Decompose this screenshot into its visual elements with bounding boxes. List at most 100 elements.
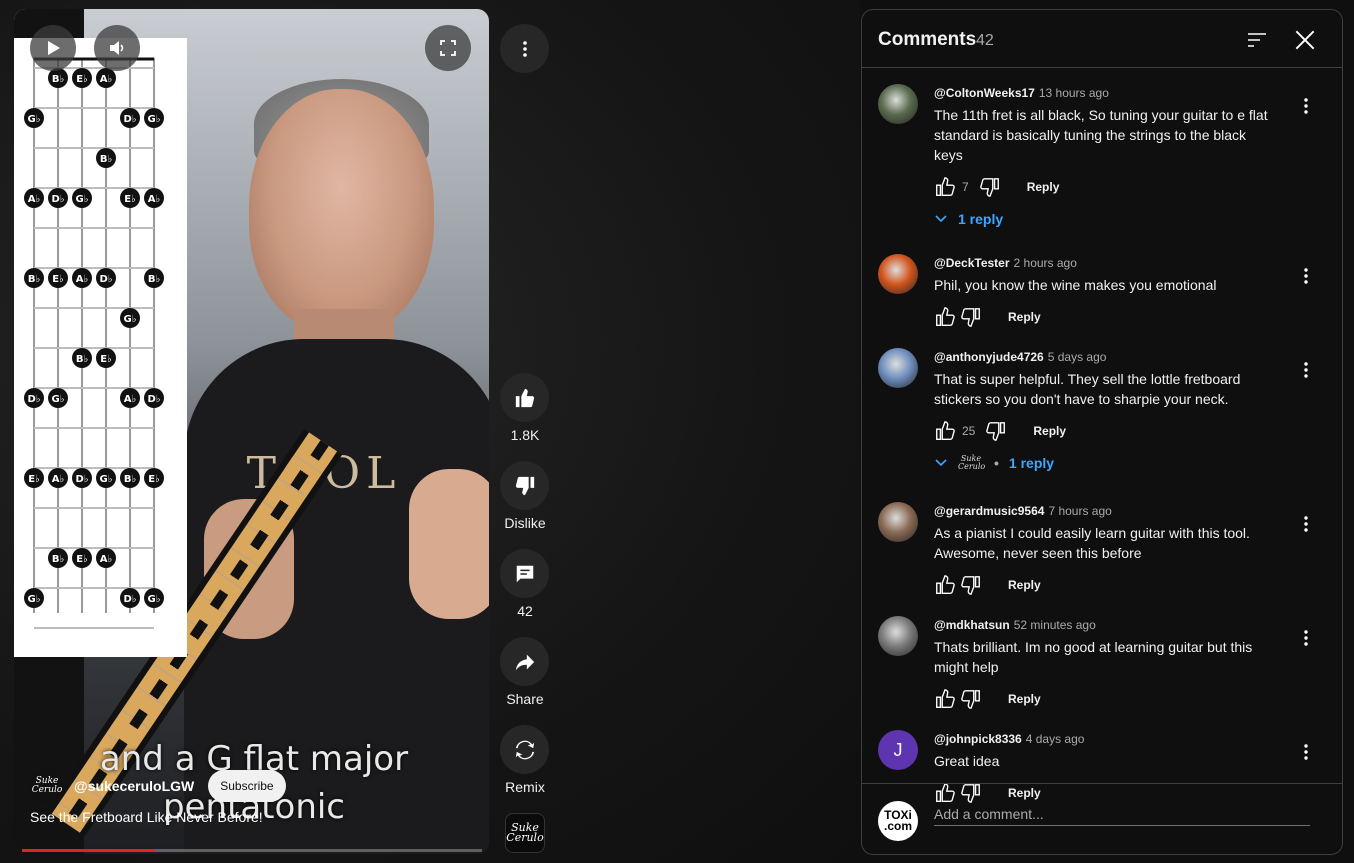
fret-note: B♭ — [144, 268, 164, 288]
commenter-avatar[interactable] — [878, 502, 918, 542]
fret-note: E♭ — [144, 468, 164, 488]
like-button[interactable] — [500, 373, 549, 422]
comment-actions: Reply — [934, 303, 1274, 331]
comments-panel: Comments 42 @ColtonWeeks17 13 hours ago Th… — [861, 9, 1343, 855]
comment-body: @anthonyjude4726 5 days ago That is super … — [934, 348, 1274, 471]
comments-button[interactable] — [500, 549, 549, 598]
thumbs-up-icon[interactable] — [934, 420, 956, 442]
fret-note: B♭ — [48, 548, 68, 568]
thumbs-down-icon — [515, 476, 534, 495]
comment-body: @gerardmusic9564 7 hours ago As a pianist … — [934, 502, 1274, 599]
comment-time[interactable]: 5 days ago — [1048, 350, 1107, 364]
user-avatar-line-2: .com — [883, 819, 912, 833]
fret-note: B♭ — [120, 468, 140, 488]
remix-button[interactable] — [500, 725, 549, 774]
more-vert-icon — [1304, 516, 1308, 532]
fret-note-label: D♭ — [99, 274, 112, 285]
view-replies-button[interactable]: Suke Cerulo • 1 reply — [934, 455, 1274, 471]
comment-actions: Reply — [934, 571, 1274, 599]
thumbs-up-icon[interactable] — [934, 306, 956, 328]
comment-more-button[interactable] — [1294, 740, 1318, 764]
share-button[interactable] — [500, 637, 549, 686]
fret-note-label: G♭ — [28, 114, 41, 125]
comment-like-count: 25 — [962, 424, 976, 438]
comment-more-button[interactable] — [1294, 264, 1318, 288]
commenter-avatar[interactable]: J — [878, 730, 918, 770]
channel-name[interactable]: @sukeceruloLGW — [74, 778, 194, 794]
thumbs-up-icon[interactable] — [934, 574, 956, 596]
fret-note: A♭ — [96, 548, 116, 568]
comment-time[interactable]: 2 hours ago — [1014, 256, 1077, 270]
reply-button[interactable]: Reply — [1027, 180, 1060, 194]
view-replies-button[interactable]: 1 reply — [934, 211, 1274, 227]
comment-body: @mdkhatsun 52 minutes ago Thats brilliant.… — [934, 616, 1274, 713]
fret-note: E♭ — [24, 468, 44, 488]
fret-note: E♭ — [96, 348, 116, 368]
comment-more-button[interactable] — [1294, 358, 1318, 382]
thumbs-up-icon[interactable] — [934, 176, 956, 198]
channel-logo[interactable]: Suke Cerulo — [30, 769, 64, 803]
comment-author[interactable]: @DeckTester — [934, 256, 1010, 270]
comment-author[interactable]: @anthonyjude4726 — [934, 350, 1044, 364]
comment-more-button[interactable] — [1294, 512, 1318, 536]
fret-note: A♭ — [144, 188, 164, 208]
fret-note-label: B♭ — [28, 274, 41, 285]
comment-more-button[interactable] — [1294, 626, 1318, 650]
comment-author[interactable]: @mdkhatsun — [934, 618, 1010, 632]
comment-icon — [516, 565, 533, 582]
subscribe-button[interactable]: Subscribe — [208, 770, 286, 802]
comment-more-button[interactable] — [1294, 94, 1318, 118]
video-player[interactable]: TOOL B♭E♭A♭G♭D♭G♭B♭A♭D♭G♭E♭A♭B♭E♭A♭D♭B♭G… — [14, 9, 489, 854]
volume-button[interactable] — [94, 25, 140, 71]
video-title[interactable]: See the Fretboard Like Never Before! — [30, 809, 263, 825]
dislike-button[interactable] — [500, 461, 549, 510]
thumbs-down-icon[interactable] — [985, 420, 1007, 442]
play-button[interactable] — [30, 25, 76, 71]
channel-thumbnail[interactable]: Suke Cerulo — [505, 813, 545, 853]
channel-row: Suke Cerulo @sukeceruloLGW Subscribe — [30, 769, 286, 803]
fret-note-label: E♭ — [76, 554, 88, 565]
comment-time[interactable]: 4 days ago — [1026, 732, 1085, 746]
reply-button[interactable]: Reply — [1033, 424, 1066, 438]
close-icon[interactable] — [1292, 27, 1318, 53]
comment-author[interactable]: @gerardmusic9564 — [934, 504, 1044, 518]
fret-note: B♭ — [96, 148, 116, 168]
fret-note-label: B♭ — [76, 354, 89, 365]
comment-author[interactable]: @ColtonWeeks17 — [934, 86, 1035, 100]
commenter-avatar[interactable] — [878, 616, 918, 656]
fret-note-label: E♭ — [148, 474, 160, 485]
thumbs-down-icon[interactable] — [960, 688, 982, 710]
thumbs-up-icon[interactable] — [934, 688, 956, 710]
comment-time[interactable]: 7 hours ago — [1048, 504, 1111, 518]
fret-note: D♭ — [48, 188, 68, 208]
comment-time[interactable]: 13 hours ago — [1039, 86, 1109, 100]
thumbs-down-icon[interactable] — [979, 176, 1001, 198]
reply-button[interactable]: Reply — [1008, 310, 1041, 324]
volume-icon — [110, 41, 124, 55]
comment-text: As a pianist I could easily learn guitar… — [934, 525, 1250, 561]
fullscreen-button[interactable] — [425, 25, 471, 71]
commenter-avatar[interactable] — [878, 348, 918, 388]
thumbs-down-icon[interactable] — [960, 574, 982, 596]
comment-author[interactable]: @johnpick8336 — [934, 732, 1022, 746]
fret-note-label: D♭ — [123, 594, 136, 605]
fret-note: D♭ — [72, 468, 92, 488]
comment-meta: @anthonyjude4726 5 days ago — [934, 348, 1274, 366]
thumbs-down-icon[interactable] — [960, 306, 982, 328]
comment-text: Thats brilliant. Im no good at learning … — [934, 639, 1253, 675]
more-vert-icon — [1304, 362, 1308, 378]
add-comment-input[interactable] — [934, 802, 1310, 826]
comment-time[interactable]: 52 minutes ago — [1014, 618, 1096, 632]
sort-icon[interactable] — [1245, 28, 1269, 52]
fret-note: G♭ — [96, 468, 116, 488]
share-label: Share — [506, 691, 544, 707]
more-options-button[interactable] — [500, 24, 549, 73]
reply-button[interactable]: Reply — [1008, 692, 1041, 706]
progress-bar[interactable] — [22, 849, 482, 852]
commenter-avatar[interactable] — [878, 254, 918, 294]
fret-note: A♭ — [48, 468, 68, 488]
commenter-avatar[interactable] — [878, 84, 918, 124]
fret-note-label: G♭ — [76, 194, 89, 205]
reply-button[interactable]: Reply — [1008, 578, 1041, 592]
fret-note-label: D♭ — [123, 114, 136, 125]
